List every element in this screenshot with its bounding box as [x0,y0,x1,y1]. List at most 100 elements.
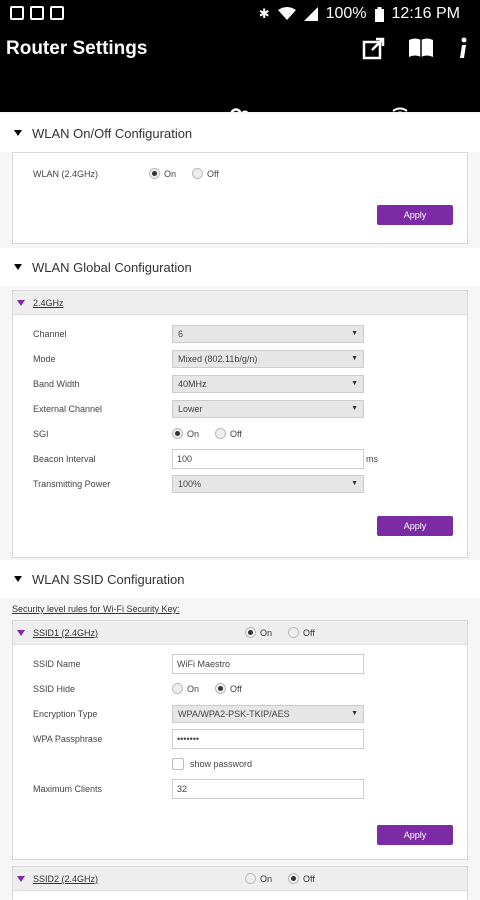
ssid1-off-radio[interactable]: Off [288,627,315,638]
ssid-name-input[interactable]: WiFi Maestro [172,653,364,674]
ext-channel-select[interactable]: Lower ▼ [172,399,364,418]
radio-selected-icon [149,168,160,179]
passphrase-label: WPA Passphrase [33,733,103,744]
gallery-notification-icon [30,6,44,20]
band-link[interactable]: 2.4GHz [33,298,64,308]
settings-content[interactable]: WLAN On/Off Configuration WLAN (2.4GHz) … [0,112,480,900]
expand-triangle-icon [17,629,25,636]
battery-percent: 100% [325,5,367,22]
sgi-off-radio[interactable]: Off [215,428,242,439]
ssid1-link[interactable]: SSID1 (2.4GHz) [33,628,98,638]
wlan-off-radio[interactable]: Off [192,168,219,179]
wlan-global-panel: 2.4GHz Channel 6 ▼ Mode Mixed (802.11b/g/… [12,290,468,558]
dropdown-arrow-icon: ▼ [351,330,358,337]
radio-label: On [187,428,200,439]
ssid-hide-off-radio[interactable]: Off [215,683,242,694]
ssid2-link[interactable]: SSID2 (2.4GHz) [33,874,98,884]
radio-selected-icon [215,683,227,694]
mode-select[interactable]: Mixed (802.11b/g/n) ▼ [172,349,364,368]
collapse-triangle-icon [14,264,22,270]
dropdown-arrow-icon: ▼ [351,380,358,387]
collapse-triangle-icon [14,576,22,582]
encryption-select[interactable]: WPA/WPA2-PSK-TKIP/AES ▼ [172,704,364,723]
ssid1-header[interactable]: SSID1 (2.4GHz) On Off [13,621,467,645]
image-notification-icon [10,6,24,20]
apply-button[interactable]: Apply [377,825,453,845]
ssid-name-label: SSID Name [33,658,81,669]
radio-label: On [164,168,177,179]
radio-unselected-icon [288,627,300,638]
section-title: WLAN SSID Configuration [32,571,185,587]
radio-label: Off [230,683,242,694]
encryption-label: Encryption Type [33,708,98,719]
bandwidth-label: Band Width [33,378,80,389]
manual-book-icon[interactable] [408,37,434,59]
info-icon[interactable] [456,36,470,60]
band-header[interactable]: 2.4GHz [13,291,467,315]
status-bar: ✱ 100% 12:16 PM [0,0,480,28]
radio-unselected-icon [192,168,204,179]
wlan-on-radio[interactable]: On [149,168,176,179]
passphrase-input[interactable]: ••••••• [172,728,364,749]
section-title: WLAN Global Configuration [32,259,192,275]
select-value: Mixed (802.11b/g/n) [178,353,258,364]
ssid1-panel: SSID1 (2.4GHz) On Off SSID Name WiFi Mae… [12,620,468,860]
wlan-onoff-panel: WLAN (2.4GHz) On Off Apply [12,152,468,244]
security-rules-link[interactable]: Security level rules for Wi-Fi Security … [0,598,480,620]
apply-button[interactable]: Apply [377,516,453,536]
max-clients-label: Maximum Clients [33,783,103,794]
beacon-unit: ms [366,453,378,464]
dropdown-arrow-icon: ▼ [351,405,358,412]
section-title: WLAN On/Off Configuration [32,125,193,141]
beacon-label: Beacon Interval [33,453,96,464]
select-value: 40MHz [178,378,207,389]
expand-triangle-icon [17,299,25,306]
wlan-onoff-header[interactable]: WLAN On/Off Configuration [0,114,480,152]
beacon-input[interactable]: 100 [172,448,364,469]
notification-icons [10,6,64,20]
mode-label: Mode [33,353,56,364]
radio-label: Off [303,873,315,884]
open-external-icon[interactable] [362,36,386,60]
channel-select[interactable]: 6 ▼ [172,324,364,343]
radio-label: On [260,627,273,638]
radio-unselected-icon [172,683,183,694]
ssid2-header[interactable]: SSID2 (2.4GHz) On Off [13,867,467,891]
wlan-global-header[interactable]: WLAN Global Configuration [0,248,480,286]
max-clients-input[interactable]: 32 [172,778,364,799]
page-title: Router Settings [6,38,148,59]
wlan-ssid-header[interactable]: WLAN SSID Configuration [0,560,480,598]
ssid2-panel: SSID2 (2.4GHz) On Off [12,866,468,900]
signal-icon [303,7,318,21]
select-value: 100% [178,478,202,489]
ssid1-on-radio[interactable]: On [245,627,272,638]
wlan-label: WLAN (2.4GHz) [33,168,99,179]
tx-power-label: Transmitting Power [33,478,111,489]
ssid2-off-radio[interactable]: Off [288,873,315,884]
bandwidth-select[interactable]: 40MHz ▼ [172,374,364,393]
radio-label: On [260,873,273,884]
select-value: WPA/WPA2-PSK-TKIP/AES [178,708,290,719]
dropdown-arrow-icon: ▼ [351,355,358,362]
dropdown-arrow-icon: ▼ [351,710,358,717]
select-value: 6 [178,328,184,339]
collapse-triangle-icon [14,130,22,136]
radio-label: Off [207,168,219,179]
apply-button[interactable]: Apply [377,205,453,225]
bluetooth-icon: ✱ [258,6,270,21]
ext-channel-label: External Channel [33,403,103,414]
radio-selected-icon [172,428,183,439]
dropdown-arrow-icon: ▼ [351,480,358,487]
ssid-hide-on-radio[interactable]: On [172,683,199,694]
channel-label: Channel [33,328,67,339]
radio-selected-icon [288,873,300,884]
sgi-label: SGI [33,428,49,439]
radio-unselected-icon [215,428,227,439]
tx-power-select[interactable]: 100% ▼ [172,474,364,493]
clock: 12:16 PM [391,5,460,22]
show-password-checkbox[interactable] [172,757,184,770]
radio-label: On [187,683,200,694]
sgi-on-radio[interactable]: On [172,428,199,439]
show-password-label: show password [190,758,253,769]
ssid2-on-radio[interactable]: On [245,873,272,884]
